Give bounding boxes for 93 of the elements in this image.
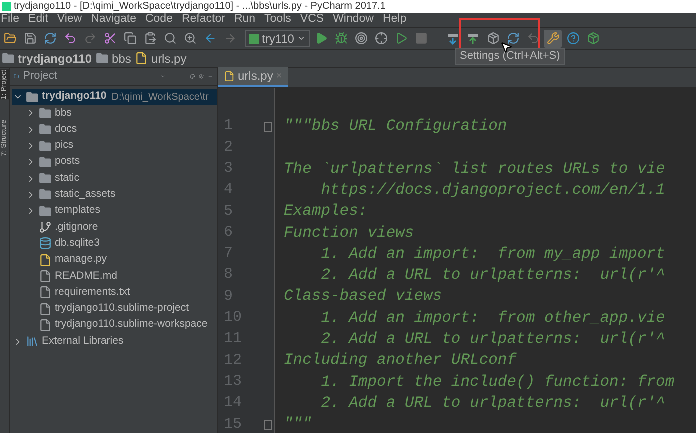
menu-item[interactable]: Code [145, 14, 173, 26]
code-line: The `urlpatterns` list routes URLs to vie [284, 158, 666, 180]
folder-icon [39, 156, 52, 169]
code-line: """bbs URL Configuration [284, 116, 508, 138]
tree-label: templates [55, 203, 101, 218]
code-line: 1. Add an import: from my_app import [320, 244, 666, 265]
tree-label: README.md [55, 268, 118, 284]
tree-item[interactable]: trydjango110 D:\qimi_WorkSpace\tr [12, 89, 217, 106]
panel-title: Project [23, 69, 58, 84]
tree-item[interactable]: posts [25, 154, 217, 170]
menu-item[interactable]: View [57, 14, 82, 26]
menu-item[interactable]: Edit [28, 14, 48, 26]
tree-path: D:\qimi_WorkSpace\tr [112, 90, 209, 105]
tree-item[interactable]: trydjango110.sublime-project [25, 300, 217, 318]
tree-item[interactable]: static_assets [25, 186, 217, 204]
tree-label: bbs [55, 106, 72, 121]
git-icon [39, 221, 52, 234]
code-line: https://docs.djangoproject.com/en/1.1 [320, 180, 666, 201]
tree-item[interactable]: db.sqlite3 [25, 236, 217, 252]
settings-icon[interactable] [198, 71, 204, 82]
tree-label: requirements.txt [55, 284, 130, 300]
folder-icon [96, 52, 110, 65]
tree-label: static_assets [55, 187, 116, 202]
tree-item[interactable]: trydjango110.sublime-workspace [25, 317, 217, 334]
tree-item[interactable]: templates [25, 203, 217, 220]
tree-label: static [55, 170, 80, 186]
menu-item[interactable]: Window [333, 14, 374, 26]
tree-item[interactable]: static [25, 170, 217, 187]
file-icon [39, 318, 52, 332]
folder-icon [39, 188, 52, 202]
folder-icon [2, 52, 15, 65]
tree-label: External Libraries [42, 334, 124, 349]
tree-item[interactable]: README.md [25, 268, 217, 285]
settings-icon[interactable] [544, 30, 562, 48]
library-icon [26, 335, 39, 348]
folder-icon [39, 123, 52, 136]
window-title: trydjango110 - [D:\qimi_WorkSpace\trydjango110] - ...\bbs\urls.py - PyCharm 2017.1 [14, 2, 386, 12]
breadcrumb-item[interactable]: trydjango110 [2, 50, 92, 68]
tree-label: posts [55, 154, 80, 170]
run-config-dropdown[interactable]: try110 [245, 30, 310, 47]
tree-label: trydjango110.sublime-workspace [55, 317, 208, 332]
menu-item[interactable]: Run [234, 14, 256, 26]
caret-icon [297, 34, 306, 43]
tree-item[interactable]: requirements.txt [25, 284, 217, 301]
tree-item[interactable]: docs [25, 122, 217, 138]
tree-item[interactable]: .gitignore [25, 219, 217, 236]
file-icon [39, 302, 52, 316]
folder-icon [39, 140, 52, 153]
fold-marker-icon[interactable] [264, 122, 272, 132]
app-icon [2, 2, 11, 11]
code-line: 2. Add a URL to urlpatterns: url(r'^ [320, 329, 666, 350]
menu-item[interactable]: File [1, 14, 20, 26]
folder-icon [39, 106, 52, 120]
tree-label: pics [55, 138, 74, 154]
tree-label: .gitignore [55, 220, 98, 235]
menu-item[interactable]: Tools [264, 14, 292, 26]
tree-item[interactable]: bbs [25, 105, 217, 122]
file-icon [39, 286, 52, 300]
editor-tab[interactable]: urls.py × [218, 67, 288, 87]
tree-item[interactable]: External Libraries [12, 333, 217, 350]
tree-label: trydjango110.sublime-project [55, 301, 190, 316]
code-line: 2. Add a URL to urlpatterns: url(r'^ [320, 392, 666, 414]
tooltip: Settings (Ctrl+Alt+S) [455, 48, 566, 65]
folder-icon [26, 90, 39, 104]
code-line: Class-based views [284, 286, 442, 308]
code-line: """ [284, 414, 312, 433]
folder-icon [39, 172, 52, 186]
menu-item[interactable]: Help [382, 14, 407, 26]
breadcrumb-item[interactable]: urls.py [135, 50, 187, 68]
code-line: 1. Add an import: from other_app.vie [320, 308, 666, 329]
menu-item[interactable]: Navigate [91, 14, 136, 26]
menu-item[interactable]: VCS [300, 14, 324, 26]
code-line: Function views [284, 222, 414, 244]
tree-item[interactable]: pics [25, 138, 217, 154]
code-line: 2. Add a URL to urlpatterns: url(r'^ [320, 265, 666, 286]
tree-label: manage.py [55, 252, 107, 268]
tree-label: trydjango110 [42, 89, 107, 104]
menu-item[interactable]: Refactor [182, 14, 226, 26]
python-file-icon [39, 254, 52, 267]
code-line: Including another URLconf [284, 350, 517, 372]
tree-item[interactable]: manage.py [25, 252, 217, 268]
code-line: Examples: [284, 201, 368, 222]
fold-marker-icon[interactable] [264, 420, 272, 430]
tree-label: docs [55, 122, 78, 137]
python-file-icon [135, 52, 148, 65]
file-icon [39, 270, 52, 283]
folder-icon [39, 204, 52, 218]
code-line: 1. Import the include() function: from [320, 372, 675, 393]
breadcrumb-item[interactable]: bbs [96, 50, 132, 68]
locate-icon[interactable] [190, 71, 195, 82]
database-icon [39, 237, 52, 250]
python-file-icon [224, 70, 235, 82]
tree-label: db.sqlite3 [55, 236, 100, 251]
